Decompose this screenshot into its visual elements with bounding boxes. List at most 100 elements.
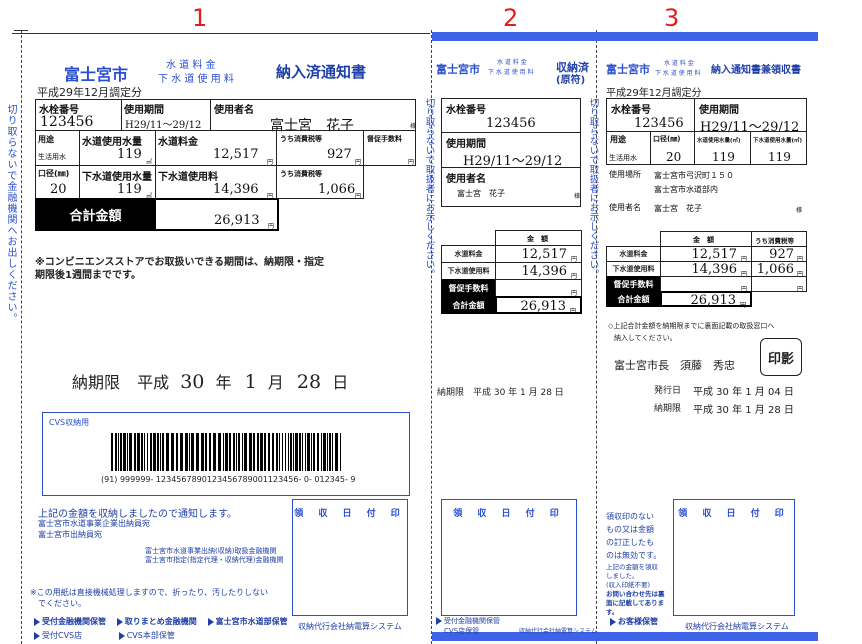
bottom-bar — [432, 632, 818, 641]
p3-row-tax: 927 — [769, 247, 794, 262]
triangle-icon — [207, 617, 214, 626]
p3-row-unit: 円 — [739, 302, 746, 309]
p2-user-label: 使用者名 — [446, 174, 486, 185]
p3-row-tax: 1,066 — [756, 262, 794, 277]
p3-row-label: 下水道使用料 — [612, 265, 655, 273]
p3-water-vol-value: 119 — [712, 150, 735, 164]
fee-top-3: 水 道 料 金 — [664, 60, 694, 67]
p3-deadline-label: 納期限 — [654, 404, 682, 414]
p2-amount-header: 金 額 — [527, 235, 548, 243]
p1-tax2-value: 1,066 — [318, 182, 356, 197]
p2-sama: 様 — [574, 193, 581, 200]
barcode-image — [111, 433, 341, 471]
p3-side-4: のは無効です。 — [606, 551, 662, 560]
p1-stamp-label: 領 収 日 付 印 — [294, 509, 406, 519]
p1-deadline-tsuki: 月 — [267, 373, 284, 392]
p1-stamp-box: 領 収 日 付 印 — [292, 499, 408, 616]
p1-agent: 収納代行会社納電算システム — [298, 622, 402, 631]
doc-title-3: 納入通知書兼領収書 — [711, 65, 801, 76]
p1-sewer-fee-label: 下水道使用料 — [158, 172, 218, 183]
triangle-icon — [116, 617, 123, 626]
p3-side-7: (収入印紙不要) — [606, 581, 651, 589]
p2-row-value-cell: 12,517 円 — [495, 245, 582, 263]
p2-row-label: 下水道使用料 — [447, 267, 490, 275]
p2-row-value-cell: 14,396 円 — [495, 262, 582, 280]
top-line — [12, 33, 430, 34]
p1-deadline: 納期限 平成 30 年 1 月 28 日 — [72, 369, 348, 393]
p3-place-label: 使用場所 — [609, 170, 641, 179]
p2-footer-2: CVS店保管 — [444, 627, 480, 635]
p1-notify-2: 富士宮市水道事業企業出納員宛 — [38, 519, 150, 528]
p3-side-3: の訂正したも — [606, 538, 654, 547]
p3-deadline-date: 平成 30 年 1 月 28 日 — [693, 405, 794, 416]
p3-side-1: 領収印のない — [606, 512, 654, 521]
p1-deadline-hi: 日 — [332, 373, 349, 392]
city-name-2: 富士宮市 — [436, 63, 480, 76]
triangle-icon — [34, 631, 40, 640]
p3-seal: 印影 — [760, 338, 802, 376]
p1-cvs-note-2: 期限後1週間までです。 — [35, 270, 141, 281]
p2-account-label: 水栓番号 — [446, 105, 486, 116]
triangle-icon — [436, 617, 442, 625]
p3-place-1: 富士宮市弓沢町１５０ — [654, 171, 734, 180]
p3-row-label: 督促手数料 — [613, 279, 654, 289]
barcode-number: (91) 999999- 123456789012345678900112345… — [101, 475, 356, 484]
p2-agent: 収納代行会社納電算システム — [519, 628, 597, 635]
p1-late-unit: 円 — [408, 159, 415, 166]
cvs-label: CVS収納用 — [49, 418, 90, 427]
fee-bottom-2: 下 水 道 使 用 料 — [488, 69, 534, 76]
p3-row-value: 26,913 — [690, 293, 737, 308]
p1-tax-label: うち消費税等 — [280, 135, 322, 143]
p1-notify-3: 富士宮市出納員宛 — [38, 530, 102, 539]
p3-amount-header: 金 額 — [693, 236, 714, 244]
p3-row-value-cell: 26,913 円 — [660, 291, 752, 309]
p1-footer-5: CVS本部保管 — [126, 631, 175, 640]
p3-row-label: 水道料金 — [619, 250, 648, 258]
p1-water-fee-value: 12,517 — [213, 147, 259, 162]
p1-deadline-day: 28 — [296, 371, 322, 393]
city-name-3: 富士宮市 — [606, 63, 650, 76]
p3-side-5: 上記の金額を領収 — [606, 563, 658, 571]
p2-row-label: 水道料金 — [454, 250, 483, 258]
doc-subtitle-2: (原符) — [556, 75, 586, 86]
p3-side-2: もの又は金額 — [606, 525, 654, 534]
p2-row-label-cell: 下水道使用料 — [441, 262, 496, 280]
cut-instruction-3: 切り取らないで取扱者にお示しください。 — [587, 98, 599, 279]
p3-footer: お客様保管 — [610, 616, 658, 627]
p2-row-label-cell: 水道料金 — [441, 245, 496, 263]
p1-sewer-vol-label: 下水道使用水量 — [82, 172, 152, 183]
p2-row-value-cell: 円 — [495, 279, 582, 297]
p1-account-value: 123456 — [40, 114, 94, 130]
p3-account-label: 水栓番号 — [611, 105, 651, 116]
top-bar — [432, 32, 818, 41]
p1-footer-1: 受付金融機関保管 — [42, 617, 106, 626]
p3-row-label-cell: 下水道使用料 — [606, 261, 661, 277]
p2-stamp-box: 領 収 日 付 印 — [441, 499, 577, 616]
p1-late-label: 督促手数料 — [367, 135, 402, 143]
p1-use-label: 用途 — [38, 135, 54, 144]
fee-top-2: 水 道 料 金 — [497, 59, 527, 66]
p3-row-label-cell: 督促手数料 — [606, 276, 661, 292]
p3-row-tax-cell: 927 円 — [751, 246, 807, 263]
p3-issue-label: 発行日 — [654, 386, 682, 396]
p3-place-2: 富士宮市水道部内 — [654, 185, 718, 194]
fee-top-1: 水 道 料 金 — [166, 60, 216, 71]
section-marker-3: 3 — [664, 4, 680, 32]
p3-side-9: 面に記載してあります。 — [606, 599, 665, 616]
p3-side-8: お問い合わせ先は裏 — [606, 590, 665, 598]
p1-water-vol-label: 水道使用水量 — [82, 137, 142, 148]
p1-footer-row-1: 受付金融機関保管 取りまとめ金融機関 富士宮市水道部保管 — [34, 616, 288, 627]
p3-sewer-vol-value: 119 — [768, 150, 791, 164]
p3-side-notes-2: 上記の金額を領収 しました。 (収入印紙不要) お問い合わせ先は裏 面に記載して… — [606, 563, 672, 617]
p1-footer-2: 取りまとめ金融機関 — [124, 617, 197, 626]
p3-caliber-label: 口径(㎜) — [653, 135, 681, 143]
p1-deadline-nen: 年 — [215, 373, 232, 392]
p1-sewer-fee-value: 14,396 — [213, 182, 259, 197]
p3-row-tax-cell: 1,066 円 — [751, 261, 807, 278]
p2-deadline: 納期限 平成 30 年 1 月 28 日 — [437, 388, 564, 398]
p3-row-value: 14,396 — [691, 262, 738, 277]
city-name-1: 富士宮市 — [64, 65, 129, 84]
p3-use-label: 用途 — [610, 135, 626, 144]
p1-footer-3: 富士宮市水道部保管 — [215, 617, 288, 626]
p3-row-tax-unit: 円 — [796, 286, 803, 293]
